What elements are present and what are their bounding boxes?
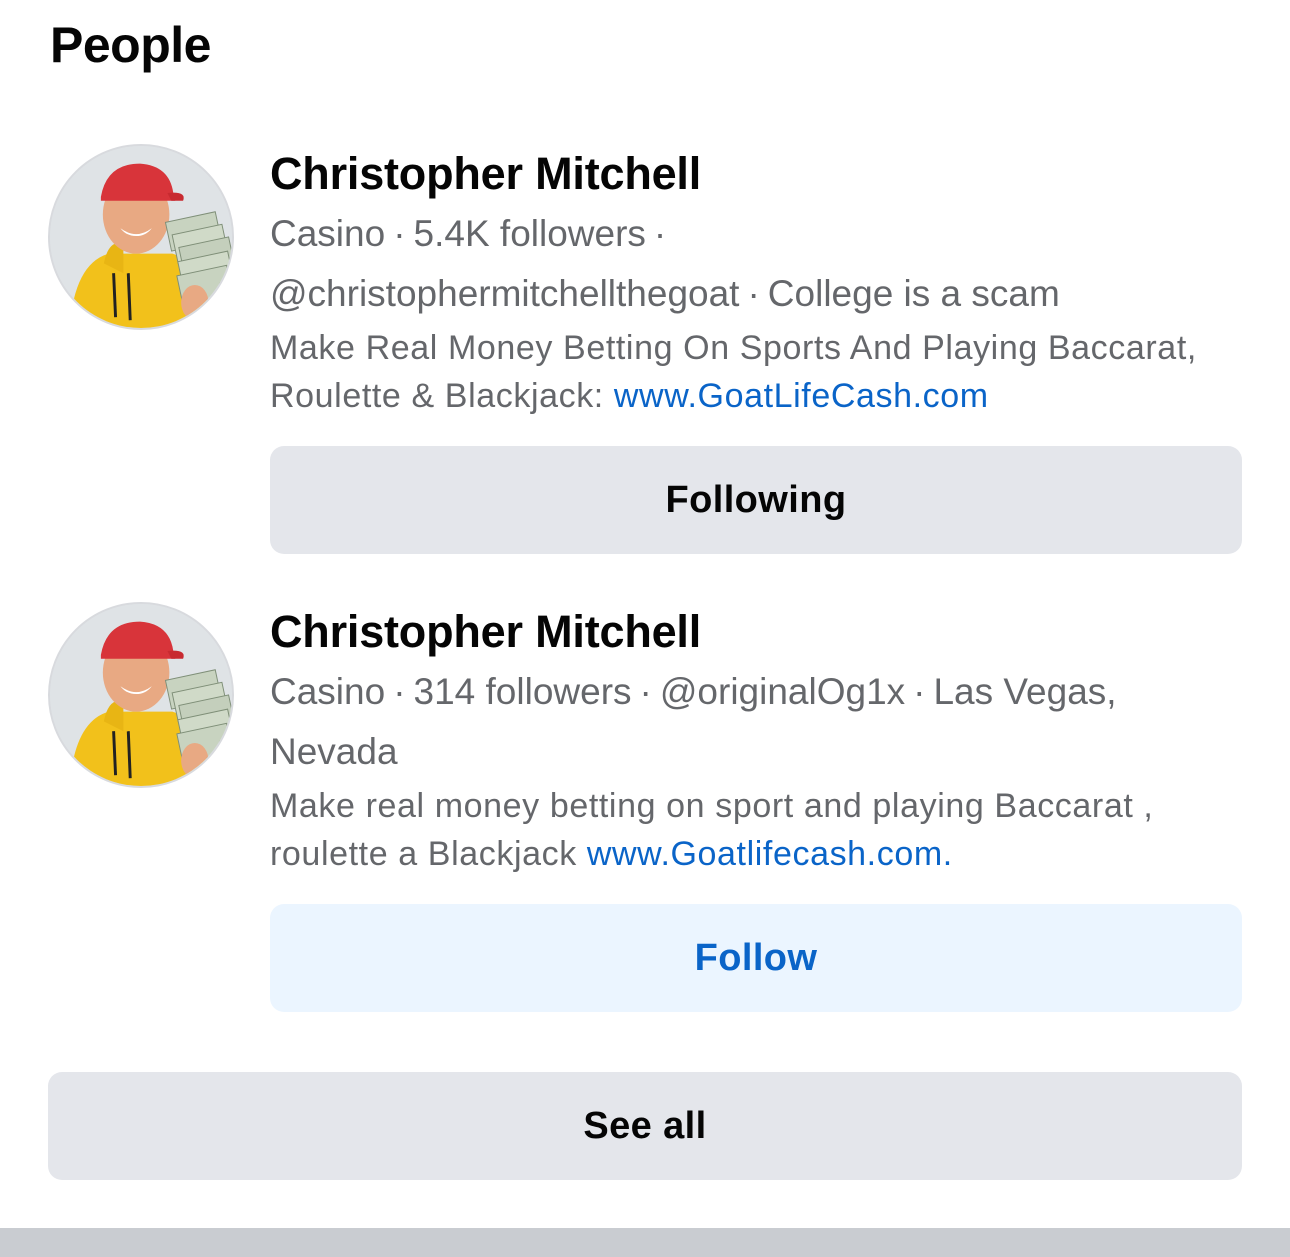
avatar[interactable] [48,144,234,330]
followers-count: 5.4K followers [413,213,646,254]
see-all-button[interactable]: See all [48,1072,1242,1180]
person-info: Christopher Mitchell Casino · 5.4K followe… [270,146,1242,420]
separator: · [913,671,926,712]
person-bio: Make Real Money Betting On Sports And Pl… [270,324,1242,420]
handle: @originalOg1x [659,671,906,712]
category: Casino [270,671,386,712]
bio-link[interactable]: www.Goatlifecash.com. [587,835,953,873]
bio-link[interactable]: www.GoatLifeCash.com [614,377,989,415]
section-title: People [50,17,211,73]
profile-photo-icon [50,604,232,786]
person-meta: Casino · 314 followers · @originalOg1x · Las V… [270,662,1242,782]
category: Casino [270,213,386,254]
follow-button[interactable]: Follow [270,904,1242,1012]
handle: @christophermitchellthegoat [270,273,740,314]
person-meta: Casino · 5.4K followers · @christophermitche… [270,204,1242,324]
person-name[interactable]: Christopher Mitchell [270,146,1242,202]
following-button[interactable]: Following [270,446,1242,554]
person-name[interactable]: Christopher Mitchell [270,604,1242,660]
separator: · [393,213,406,254]
followers-count: 314 followers [413,671,632,712]
separator: · [393,671,406,712]
section-divider [0,1228,1290,1257]
avatar[interactable] [48,602,234,788]
separator: · [747,273,760,314]
separator: · [653,213,667,254]
people-search-results: People Christopher Mitchell Casino · 5.4… [0,0,1290,1257]
person-bio: Make real money betting on sport and pla… [270,782,1242,878]
person-info: Christopher Mitchell Casino · 314 follower… [270,604,1242,878]
extra-info: College is a scam [767,273,1060,314]
separator: · [639,671,652,712]
profile-photo-icon [50,146,232,328]
